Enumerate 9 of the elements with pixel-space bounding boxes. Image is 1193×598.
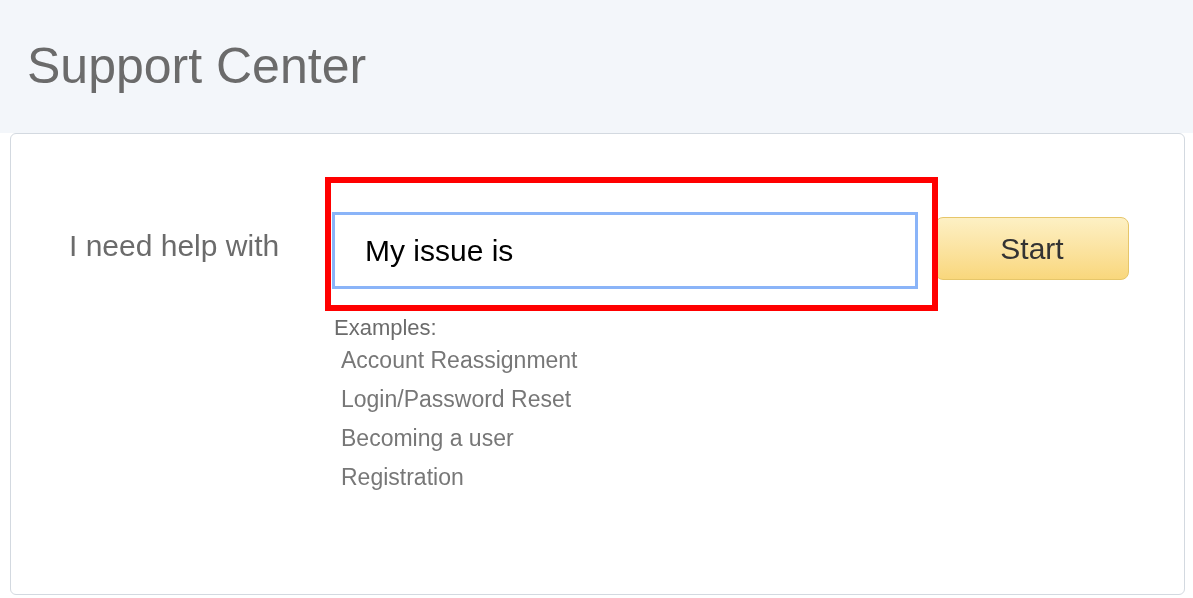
example-link[interactable]: Login/Password Reset: [341, 380, 918, 419]
example-link[interactable]: Account Reassignment: [341, 341, 918, 380]
field-label: I need help with: [69, 228, 281, 264]
example-link[interactable]: Becoming a user: [341, 419, 918, 458]
example-link[interactable]: Registration: [341, 458, 918, 497]
page-title: Support Center: [27, 37, 367, 96]
examples-heading: Examples:: [334, 315, 438, 341]
start-button[interactable]: Start: [935, 217, 1129, 280]
input-field[interactable]: My issue is: [332, 212, 918, 289]
